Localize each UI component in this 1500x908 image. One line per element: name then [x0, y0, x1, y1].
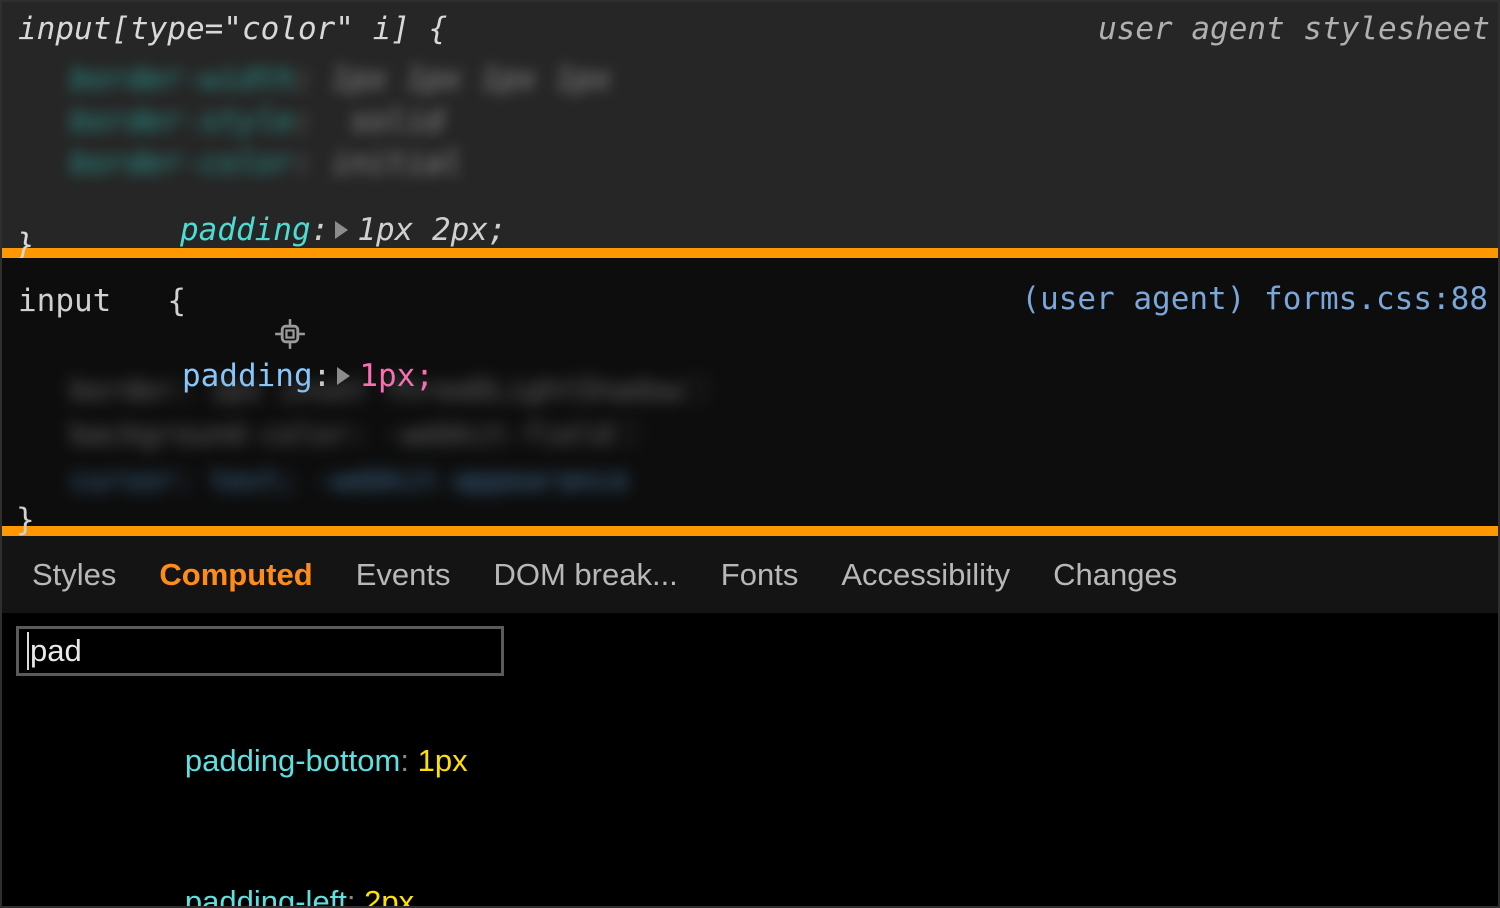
forms-rule-close-brace: }	[16, 502, 35, 538]
ua-blurred-declaration-3[interactable]: border-color: initial	[70, 148, 462, 179]
forms-blurred-declaration-3[interactable]: cursor: text; -webkit-appearance	[70, 466, 629, 495]
forms-blurred-declaration-2[interactable]: background-color: -webkit-field	[70, 420, 643, 449]
ua-blurred-prop-1: border-width	[70, 61, 294, 97]
devtools-tab-bar: Styles Computed Events DOM break... Font…	[2, 536, 1498, 614]
tab-computed[interactable]: Computed	[159, 557, 312, 593]
ua-padding-property: padding	[179, 212, 311, 248]
ua-blurred-value-3: initial	[331, 145, 462, 181]
ua-blurred-prop-3: border-color	[70, 145, 294, 181]
computed-property-row[interactable]: padding-left: 2px	[116, 831, 1498, 908]
computed-filter-wrap: pad	[2, 626, 1498, 676]
forms-blurred-text-1: border: 1px inset ThreeDLightShadow	[70, 373, 682, 407]
chip-icon[interactable]	[123, 286, 305, 349]
tab-fonts[interactable]: Fonts	[721, 557, 799, 593]
css-rule-forms: input { (user agent) forms.css:88 paddin…	[2, 258, 1498, 536]
tab-dom-breakpoints[interactable]: DOM break...	[493, 557, 677, 593]
forms-blurred-declaration-1[interactable]: border: 1px inset ThreeDLightShadow	[70, 376, 713, 405]
computed-property-list: padding-bottom: 1px padding-left: 2px pa…	[2, 690, 1498, 908]
forms-rule-selector[interactable]: input {	[18, 282, 305, 349]
tab-events[interactable]: Events	[356, 557, 451, 593]
ua-padding-colon: :	[310, 212, 330, 248]
forms-blurred-text-3: cursor: text; -webkit-appearance	[70, 463, 629, 497]
computed-pane: pad padding-bottom: 1px padding-left: 2p…	[2, 614, 1498, 908]
forms-rule-origin-link[interactable]: (user agent) forms.css:88	[1021, 284, 1488, 315]
css-rule-user-agent: input[type="color" i] { user agent style…	[2, 2, 1498, 261]
ua-blurred-value-2: solid	[349, 103, 444, 139]
computed-property-value: 1px	[417, 743, 468, 778]
computed-filter-value: pad	[30, 633, 82, 668]
devtools-styles-panel: input[type="color" i] { user agent style…	[0, 0, 1500, 908]
text-caret	[27, 632, 29, 670]
computed-property-row[interactable]: padding-bottom: 1px	[116, 690, 1498, 831]
computed-property-name: padding-left	[184, 884, 347, 908]
computed-property-value: 2px	[364, 884, 415, 908]
computed-property-colon: :	[400, 743, 409, 778]
ua-rule-selector[interactable]: input[type="color" i] {	[18, 14, 447, 45]
ua-rule-close-brace: }	[16, 227, 35, 263]
ua-rule-origin: user agent stylesheet	[1098, 11, 1490, 47]
ua-blurred-value-1: 1px 1px 1px 1px	[331, 61, 612, 97]
computed-property-colon: :	[346, 884, 356, 908]
ua-padding-value[interactable]: 1px 2px;	[357, 212, 506, 248]
highlight-border-bottom	[2, 526, 1498, 536]
computed-filter-input[interactable]: pad	[16, 626, 504, 676]
tab-changes[interactable]: Changes	[1053, 557, 1177, 593]
ua-blurred-declaration-2[interactable]: border-style: solid	[70, 106, 443, 137]
ua-blurred-prop-2: border-style	[70, 103, 294, 139]
color-swatch-icon[interactable]	[685, 378, 708, 400]
forms-open-brace: {	[167, 282, 186, 319]
tab-styles[interactable]: Styles	[32, 557, 116, 593]
color-swatch-icon[interactable]	[615, 422, 638, 444]
forms-selector-text: input	[18, 282, 112, 319]
forms-blurred-text-2: background-color: -webkit-field	[70, 417, 612, 451]
computed-property-name: padding-bottom	[184, 743, 401, 778]
tab-accessibility[interactable]: Accessibility	[841, 557, 1010, 593]
chevron-right-icon[interactable]	[335, 221, 349, 239]
ua-blurred-declaration-1[interactable]: border-width: 1px 1px 1px 1px	[70, 64, 611, 95]
